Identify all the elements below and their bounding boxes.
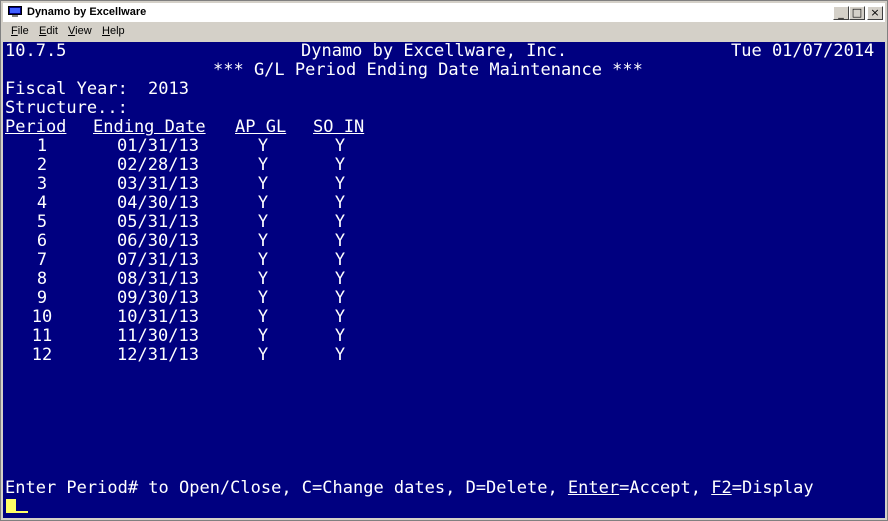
menu-help[interactable]: Help bbox=[102, 25, 125, 37]
window-title: Dynamo by Excellware bbox=[27, 6, 147, 18]
title-bar[interactable]: Dynamo by Excellware _ □ × bbox=[3, 3, 885, 22]
ap-gl-cell: Y bbox=[257, 212, 269, 232]
fiscal-year-value[interactable]: 2013 bbox=[148, 80, 189, 99]
period-cell: 4 bbox=[36, 193, 48, 213]
period-cell: 12 bbox=[31, 345, 53, 365]
so-in-cell: Y bbox=[334, 174, 346, 194]
column-header-so-in: SO IN bbox=[313, 117, 365, 137]
period-cell: 6 bbox=[36, 231, 48, 251]
ending-date-cell: 03/31/13 bbox=[117, 174, 199, 194]
menu-view[interactable]: View bbox=[68, 25, 92, 37]
system-date: Tue 01/07/2014 bbox=[731, 42, 875, 61]
period-cell: 9 bbox=[36, 288, 48, 308]
period-cell: 2 bbox=[36, 155, 48, 175]
version-label: 10.7.5 bbox=[5, 42, 67, 61]
period-cell: 5 bbox=[36, 212, 48, 232]
so-in-cell: Y bbox=[334, 288, 346, 308]
ap-gl-cell: Y bbox=[257, 307, 269, 327]
ending-date-cell: 07/31/13 bbox=[117, 250, 199, 270]
ending-date-cell: 04/30/13 bbox=[117, 193, 199, 213]
so-in-cell: Y bbox=[334, 250, 346, 270]
ap-gl-cell: Y bbox=[257, 345, 269, 365]
ap-gl-cell: Y bbox=[257, 288, 269, 308]
maximize-button[interactable]: □ bbox=[849, 6, 865, 20]
so-in-cell: Y bbox=[334, 212, 346, 232]
so-in-cell: Y bbox=[334, 307, 346, 327]
menu-edit[interactable]: Edit bbox=[39, 25, 58, 37]
enter-key-hint: Enter bbox=[567, 478, 620, 498]
so-in-cell: Y bbox=[334, 193, 346, 213]
ap-gl-cell: Y bbox=[257, 231, 269, 251]
ending-date-cell: 02/28/13 bbox=[117, 155, 199, 175]
text-cursor bbox=[6, 499, 16, 513]
column-header-period: Period bbox=[5, 117, 67, 137]
so-in-cell: Y bbox=[334, 136, 346, 156]
ap-gl-cell: Y bbox=[257, 136, 269, 156]
ending-date-cell: 05/31/13 bbox=[117, 212, 199, 232]
so-in-cell: Y bbox=[334, 269, 346, 289]
column-header-ending-date: Ending Date bbox=[93, 117, 206, 137]
ending-date-cell: 11/30/13 bbox=[117, 326, 199, 346]
f2-key-hint: F2 bbox=[711, 478, 732, 498]
ending-date-cell: 01/31/13 bbox=[117, 136, 199, 156]
ap-gl-cell: Y bbox=[257, 155, 269, 175]
period-cell: 8 bbox=[36, 269, 48, 289]
period-cell: 7 bbox=[36, 250, 48, 270]
ending-date-cell: 06/30/13 bbox=[117, 231, 199, 251]
column-header-ap-gl: AP GL bbox=[235, 117, 287, 137]
period-cell: 1 bbox=[36, 136, 48, 156]
so-in-cell: Y bbox=[334, 345, 346, 365]
ending-date-cell: 12/31/13 bbox=[117, 345, 199, 365]
menu-bar: File Edit View Help bbox=[3, 23, 885, 41]
ending-date-cell: 09/30/13 bbox=[117, 288, 199, 308]
ap-gl-cell: Y bbox=[257, 193, 269, 213]
minimize-button[interactable]: _ bbox=[833, 6, 849, 20]
input-underline bbox=[16, 511, 28, 513]
app-monitor-icon bbox=[8, 6, 22, 17]
terminal-screen[interactable]: 10.7.5 Dynamo by Excellware, Inc. Tue 01… bbox=[3, 42, 885, 518]
app-window: Dynamo by Excellware _ □ × File Edit Vie… bbox=[0, 0, 888, 521]
period-cell: 11 bbox=[31, 326, 53, 346]
ap-gl-cell: Y bbox=[257, 269, 269, 289]
ending-date-cell: 10/31/13 bbox=[117, 307, 199, 327]
menu-file[interactable]: File bbox=[11, 25, 29, 37]
period-cell: 3 bbox=[36, 174, 48, 194]
close-button[interactable]: × bbox=[867, 6, 883, 20]
so-in-cell: Y bbox=[334, 155, 346, 175]
fiscal-year-label: Fiscal Year: bbox=[5, 79, 128, 99]
so-in-cell: Y bbox=[334, 326, 346, 346]
ending-date-cell: 08/31/13 bbox=[117, 269, 199, 289]
structure-label: Structure..: bbox=[5, 98, 128, 118]
company-name: Dynamo by Excellware, Inc. bbox=[301, 42, 568, 61]
ap-gl-cell: Y bbox=[257, 250, 269, 270]
period-cell: 10 bbox=[31, 307, 53, 327]
ap-gl-cell: Y bbox=[257, 174, 269, 194]
screen-heading: *** G/L Period Ending Date Maintenance *… bbox=[213, 60, 643, 80]
command-prompt: Enter Period# to Open/Close, C=Change da… bbox=[5, 478, 814, 498]
so-in-cell: Y bbox=[334, 231, 346, 251]
ap-gl-cell: Y bbox=[257, 326, 269, 346]
